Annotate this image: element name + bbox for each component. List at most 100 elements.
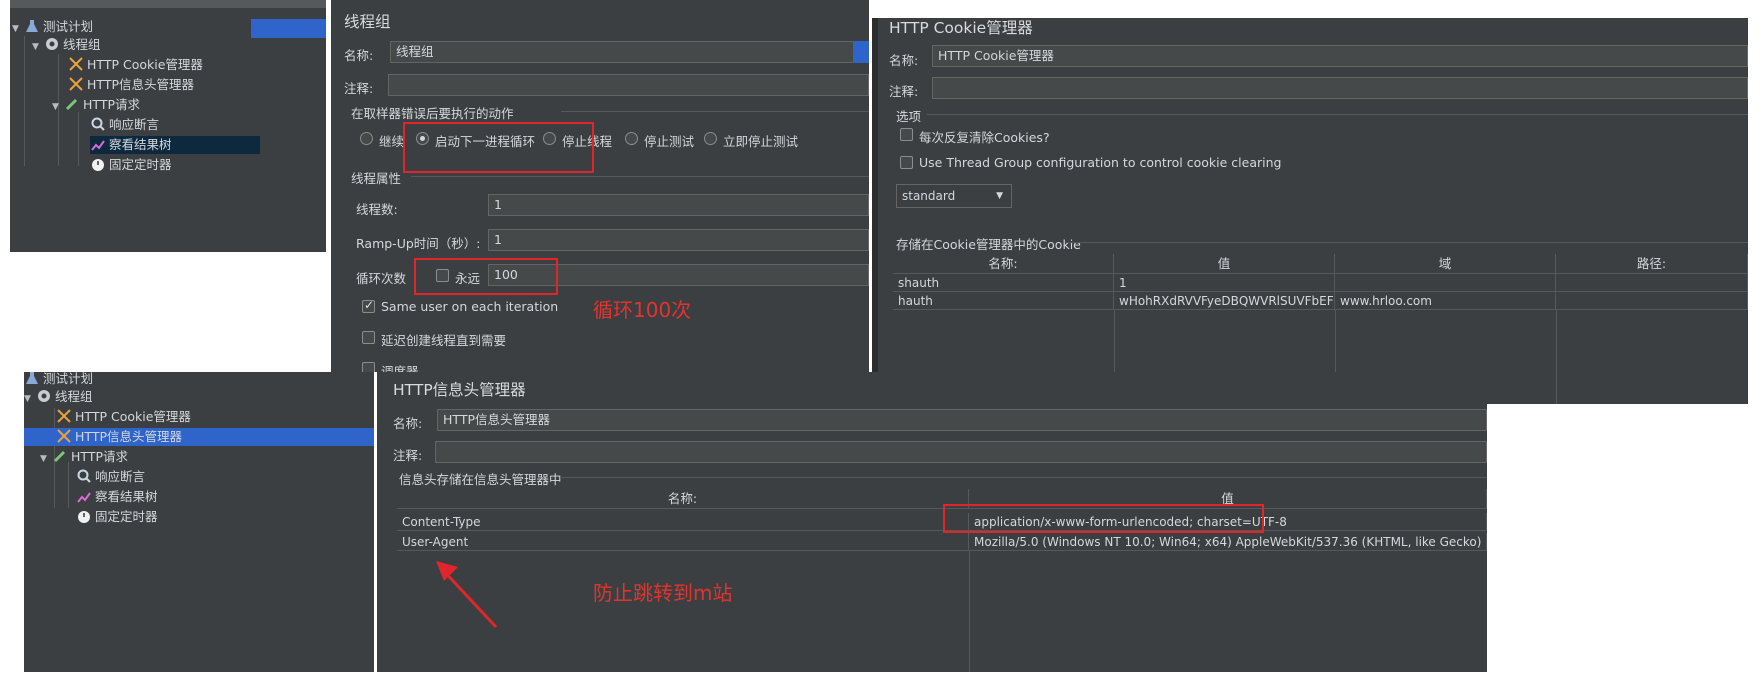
tree-item-view-results-tree[interactable]: 察看结果树 <box>90 136 260 154</box>
tree-item-thread-group[interactable]: ▼ 线程组 <box>24 388 93 406</box>
tree-item-header-manager[interactable]: HTTP信息头管理器 <box>68 76 194 94</box>
gear-icon <box>36 388 52 404</box>
tree-item-test-plan[interactable]: ▼ 测试计划 <box>12 18 93 36</box>
gear-icon <box>44 36 60 52</box>
tree-item-label: HTTP请求 <box>71 449 128 464</box>
chevron-down-icon[interactable]: ▼ <box>12 20 24 38</box>
table-cell[interactable]: Content-Type <box>397 513 969 531</box>
page-title: HTTP Cookie管理器 <box>889 19 1033 37</box>
table-cell[interactable] <box>1335 274 1556 292</box>
chevron-down-icon[interactable]: ▼ <box>24 390 36 408</box>
tree-item-label: HTTP信息头管理器 <box>87 77 194 92</box>
clear-each-iteration-checkbox[interactable] <box>900 128 913 141</box>
scheduler-label: 调度器 <box>381 364 419 372</box>
tree-item-label: HTTP信息头管理器 <box>75 429 182 444</box>
cookie-manager-panel: HTTP Cookie管理器 名称: HTTP Cookie管理器 注释: 选项… <box>872 18 1748 404</box>
stopwatch-icon <box>76 508 92 524</box>
rampup-field[interactable]: 1 <box>488 229 869 251</box>
comment-field[interactable] <box>932 77 1748 99</box>
threads-field[interactable]: 1 <box>488 194 869 216</box>
name-label: 名称: <box>889 53 919 68</box>
annotation-loop-text: 循环100次 <box>593 298 692 322</box>
magnifier-icon <box>90 116 106 132</box>
tree-item-response-assertion[interactable]: 响应断言 <box>76 468 145 486</box>
header-manager-panel: HTTP信息头管理器 名称: HTTP信息头管理器 注释: 信息头存储在信息头管… <box>377 372 1487 672</box>
table-cell[interactable]: wHohRXdRVVFyeDBQWVRlSUVFbEFh... <box>1114 292 1335 310</box>
radio-stop-test[interactable] <box>625 132 638 145</box>
tree-item-label: 察看结果树 <box>95 489 158 504</box>
tree-item-test-plan[interactable]: 测试计划 <box>24 372 93 388</box>
highlight-box-radio <box>403 122 594 173</box>
scheduler-checkbox[interactable] <box>362 362 375 372</box>
comment-field[interactable] <box>435 441 1487 463</box>
name-field[interactable]: 线程组 <box>390 41 869 63</box>
tree-item-constant-timer[interactable]: 固定定时器 <box>90 156 172 174</box>
flask-icon <box>24 372 40 386</box>
loop-label: 循环次数 <box>356 271 407 286</box>
column-header[interactable]: 值 <box>1114 254 1335 274</box>
magnifier-icon <box>76 468 92 484</box>
column-header[interactable]: 域 <box>1335 254 1556 274</box>
tree-item-header-manager[interactable]: HTTP信息头管理器 <box>24 428 374 446</box>
table-cell[interactable]: shauth <box>893 274 1114 292</box>
tree-item-thread-group[interactable]: ▼ 线程组 <box>32 36 101 54</box>
table-cell[interactable]: Mozilla/5.0 (Windows NT 10.0; Win64; x64… <box>969 533 1487 551</box>
rampup-label: Ramp-Up时间（秒）: <box>356 236 481 251</box>
tree-item-label: 固定定时器 <box>109 157 172 172</box>
select-value: standard <box>902 189 956 203</box>
table-cell[interactable] <box>1556 274 1748 292</box>
name-field[interactable]: HTTP Cookie管理器 <box>932 45 1748 67</box>
clear-each-iteration-label: 每次反复清除Cookies? <box>919 130 1050 145</box>
radio-stop-test-now[interactable] <box>704 132 717 145</box>
chevron-down-icon[interactable]: ▼ <box>52 98 64 116</box>
dropdown-arrow-icon: ▼ <box>996 191 1003 201</box>
tree-item-label: 固定定时器 <box>95 509 158 524</box>
stored-cookies-title: 存储在Cookie管理器中的Cookie <box>896 237 1081 252</box>
top-tree-panel: ▼ 测试计划 ▼ 线程组 HTTP Cookie管理器 HTTP信息头管理器 ▼ HT… <box>10 0 326 252</box>
tree-item-cookie-manager[interactable]: HTTP Cookie管理器 <box>56 408 191 426</box>
chevron-down-icon[interactable]: ▼ <box>32 38 44 56</box>
tree-item-label: 测试计划 <box>43 19 94 34</box>
tools-icon <box>56 428 72 444</box>
annotation-m-site-text: 防止跳转到m站 <box>593 581 733 605</box>
radio-continue[interactable] <box>360 132 373 145</box>
options-title: 选项 <box>896 109 922 124</box>
tools-icon <box>68 76 84 92</box>
pipette-icon <box>52 448 68 464</box>
tree-item-http-request[interactable]: ▼ HTTP请求 <box>52 96 140 114</box>
chart-icon <box>90 136 106 152</box>
page-title: 线程组 <box>344 13 391 31</box>
name-field[interactable]: HTTP信息头管理器 <box>437 409 1487 431</box>
table-cell[interactable]: hauth <box>893 292 1114 310</box>
tree-item-label: HTTP Cookie管理器 <box>87 57 203 72</box>
scrollbar-thumb[interactable] <box>853 41 869 63</box>
highlight-box-content-type <box>943 504 1264 533</box>
name-label: 名称: <box>393 416 423 431</box>
tree-item-view-results-tree[interactable]: 察看结果树 <box>76 488 158 506</box>
page-title: HTTP信息头管理器 <box>393 381 526 399</box>
stopwatch-icon <box>90 156 106 172</box>
comment-label: 注释: <box>393 448 423 463</box>
column-header[interactable]: 路径: <box>1556 254 1748 274</box>
bottom-tree-panel: 测试计划 ▼ 线程组 HTTP Cookie管理器 HTTP信息头管理器 ▼ HTT… <box>24 372 374 672</box>
tools-icon <box>56 408 72 424</box>
delay-thread-checkbox[interactable] <box>362 331 375 344</box>
same-user-checkbox[interactable] <box>362 298 375 313</box>
table-cell[interactable]: User-Agent <box>397 533 969 551</box>
tree-item-cookie-manager[interactable]: HTTP Cookie管理器 <box>68 56 203 74</box>
comment-label: 注释: <box>344 81 374 96</box>
comment-field[interactable] <box>388 74 869 96</box>
tree-item-label: 线程组 <box>55 389 93 404</box>
tree-item-http-request[interactable]: ▼ HTTP请求 <box>40 448 128 466</box>
tree-item-response-assertion[interactable]: 响应断言 <box>90 116 159 134</box>
panel-divider <box>872 18 878 404</box>
use-thread-group-checkbox[interactable] <box>900 156 913 169</box>
chevron-down-icon[interactable]: ▼ <box>40 450 52 468</box>
column-header[interactable]: 名称: <box>893 254 1114 274</box>
cookie-policy-select[interactable]: standard ▼ <box>896 184 1012 208</box>
table-cell[interactable] <box>1556 292 1748 310</box>
tree-item-constant-timer[interactable]: 固定定时器 <box>76 508 158 526</box>
table-cell[interactable]: 1 <box>1114 274 1335 292</box>
column-header[interactable]: 名称: <box>397 489 969 509</box>
table-cell[interactable]: www.hrloo.com <box>1335 292 1556 310</box>
